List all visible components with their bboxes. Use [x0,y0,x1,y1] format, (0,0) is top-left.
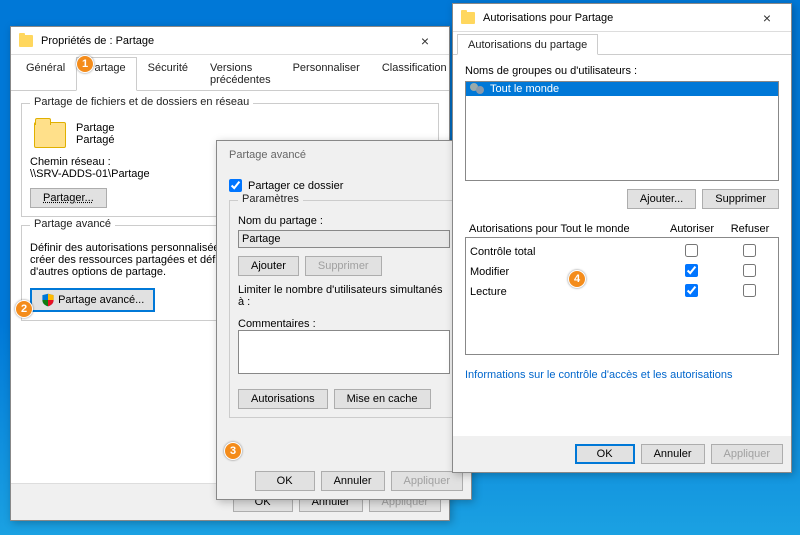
share-name-label: Nom du partage : [238,215,450,227]
group-item-everyone[interactable]: Tout le monde [466,82,778,96]
folder-icon [19,35,33,47]
perm-label: Lecture [466,282,662,302]
allow-checkbox[interactable] [685,264,698,277]
groups-listbox[interactable]: Tout le monde [465,81,779,181]
limit-label: Limiter le nombre d'utilisateurs simulta… [238,284,450,308]
close-icon[interactable]: × [405,33,445,49]
deny-checkbox[interactable] [743,284,756,297]
perms-apply-button[interactable]: Appliquer [711,444,783,464]
advanced-apply-button[interactable]: Appliquer [391,471,463,491]
info-link[interactable]: Informations sur le contrôle d'accès et … [465,369,732,381]
perm-row: Lecture [466,282,778,302]
advanced-cancel-button[interactable]: Annuler [321,471,385,491]
deny-checkbox[interactable] [743,264,756,277]
perm-row: Modifier [466,262,778,282]
perm-label: Modifier [466,262,662,282]
properties-title: Propriétés de : Partage [37,35,405,47]
tab-personnaliser[interactable]: Personnaliser [282,57,371,90]
col-allow: Autoriser [663,221,721,237]
comments-input[interactable] [238,330,450,374]
allow-checkbox[interactable] [685,284,698,297]
advanced-share-button[interactable]: Partage avancé... [30,288,155,312]
allow-checkbox[interactable] [685,244,698,257]
marker-2: 2 [15,300,33,318]
advanced-ok-button[interactable]: OK [255,471,315,491]
advanced-remove-button[interactable]: Supprimer [305,256,382,276]
marker-3: 3 [224,442,242,460]
tab-versions[interactable]: Versions précédentes [199,57,282,90]
users-icon [470,83,486,95]
share-name-input[interactable] [238,230,450,248]
share-button[interactable]: Partager... [30,188,107,208]
close-icon[interactable]: × [747,10,787,26]
comments-label: Commentaires : [238,318,450,330]
tab-classification[interactable]: Classification [371,57,458,90]
share-folder-label: Partager ce dossier [248,180,343,192]
col-deny: Refuser [721,221,779,237]
advanced-title: Partage avancé [225,149,467,161]
advanced-desc: Définir des autorisations personnalisées… [30,242,230,278]
shield-icon [41,293,55,307]
group1-legend: Partage de fichiers et de dossiers en ré… [30,96,253,108]
perm-label: Contrôle total [466,242,662,262]
groups-label: Noms de groupes ou d'utilisateurs : [465,65,779,77]
tab-securite[interactable]: Sécurité [137,57,199,90]
perm-for-label: Autorisations pour Tout le monde [465,221,663,237]
perm-row: Contrôle total [466,242,778,262]
perms-cancel-button[interactable]: Annuler [641,444,705,464]
share-folder-checkbox[interactable] [229,179,242,192]
marker-1: 1 [76,55,94,73]
folder-large-icon [34,122,66,148]
permissions-button[interactable]: Autorisations [238,389,328,409]
perms-tab[interactable]: Autorisations du partage [457,34,598,55]
folder-icon [461,12,475,24]
share-status: Partagé [76,134,115,146]
perms-remove-button[interactable]: Supprimer [702,189,779,209]
group2-legend: Partage avancé [30,218,115,230]
params-legend: Paramètres [238,193,303,205]
advanced-add-button[interactable]: Ajouter [238,256,299,276]
marker-4: 4 [568,270,586,288]
tab-general[interactable]: Général [15,57,76,90]
cache-button[interactable]: Mise en cache [334,389,431,409]
share-name: Partage [76,122,115,134]
perms-title: Autorisations pour Partage [479,12,747,24]
deny-checkbox[interactable] [743,244,756,257]
perms-add-button[interactable]: Ajouter... [627,189,696,209]
perms-ok-button[interactable]: OK [575,444,635,464]
